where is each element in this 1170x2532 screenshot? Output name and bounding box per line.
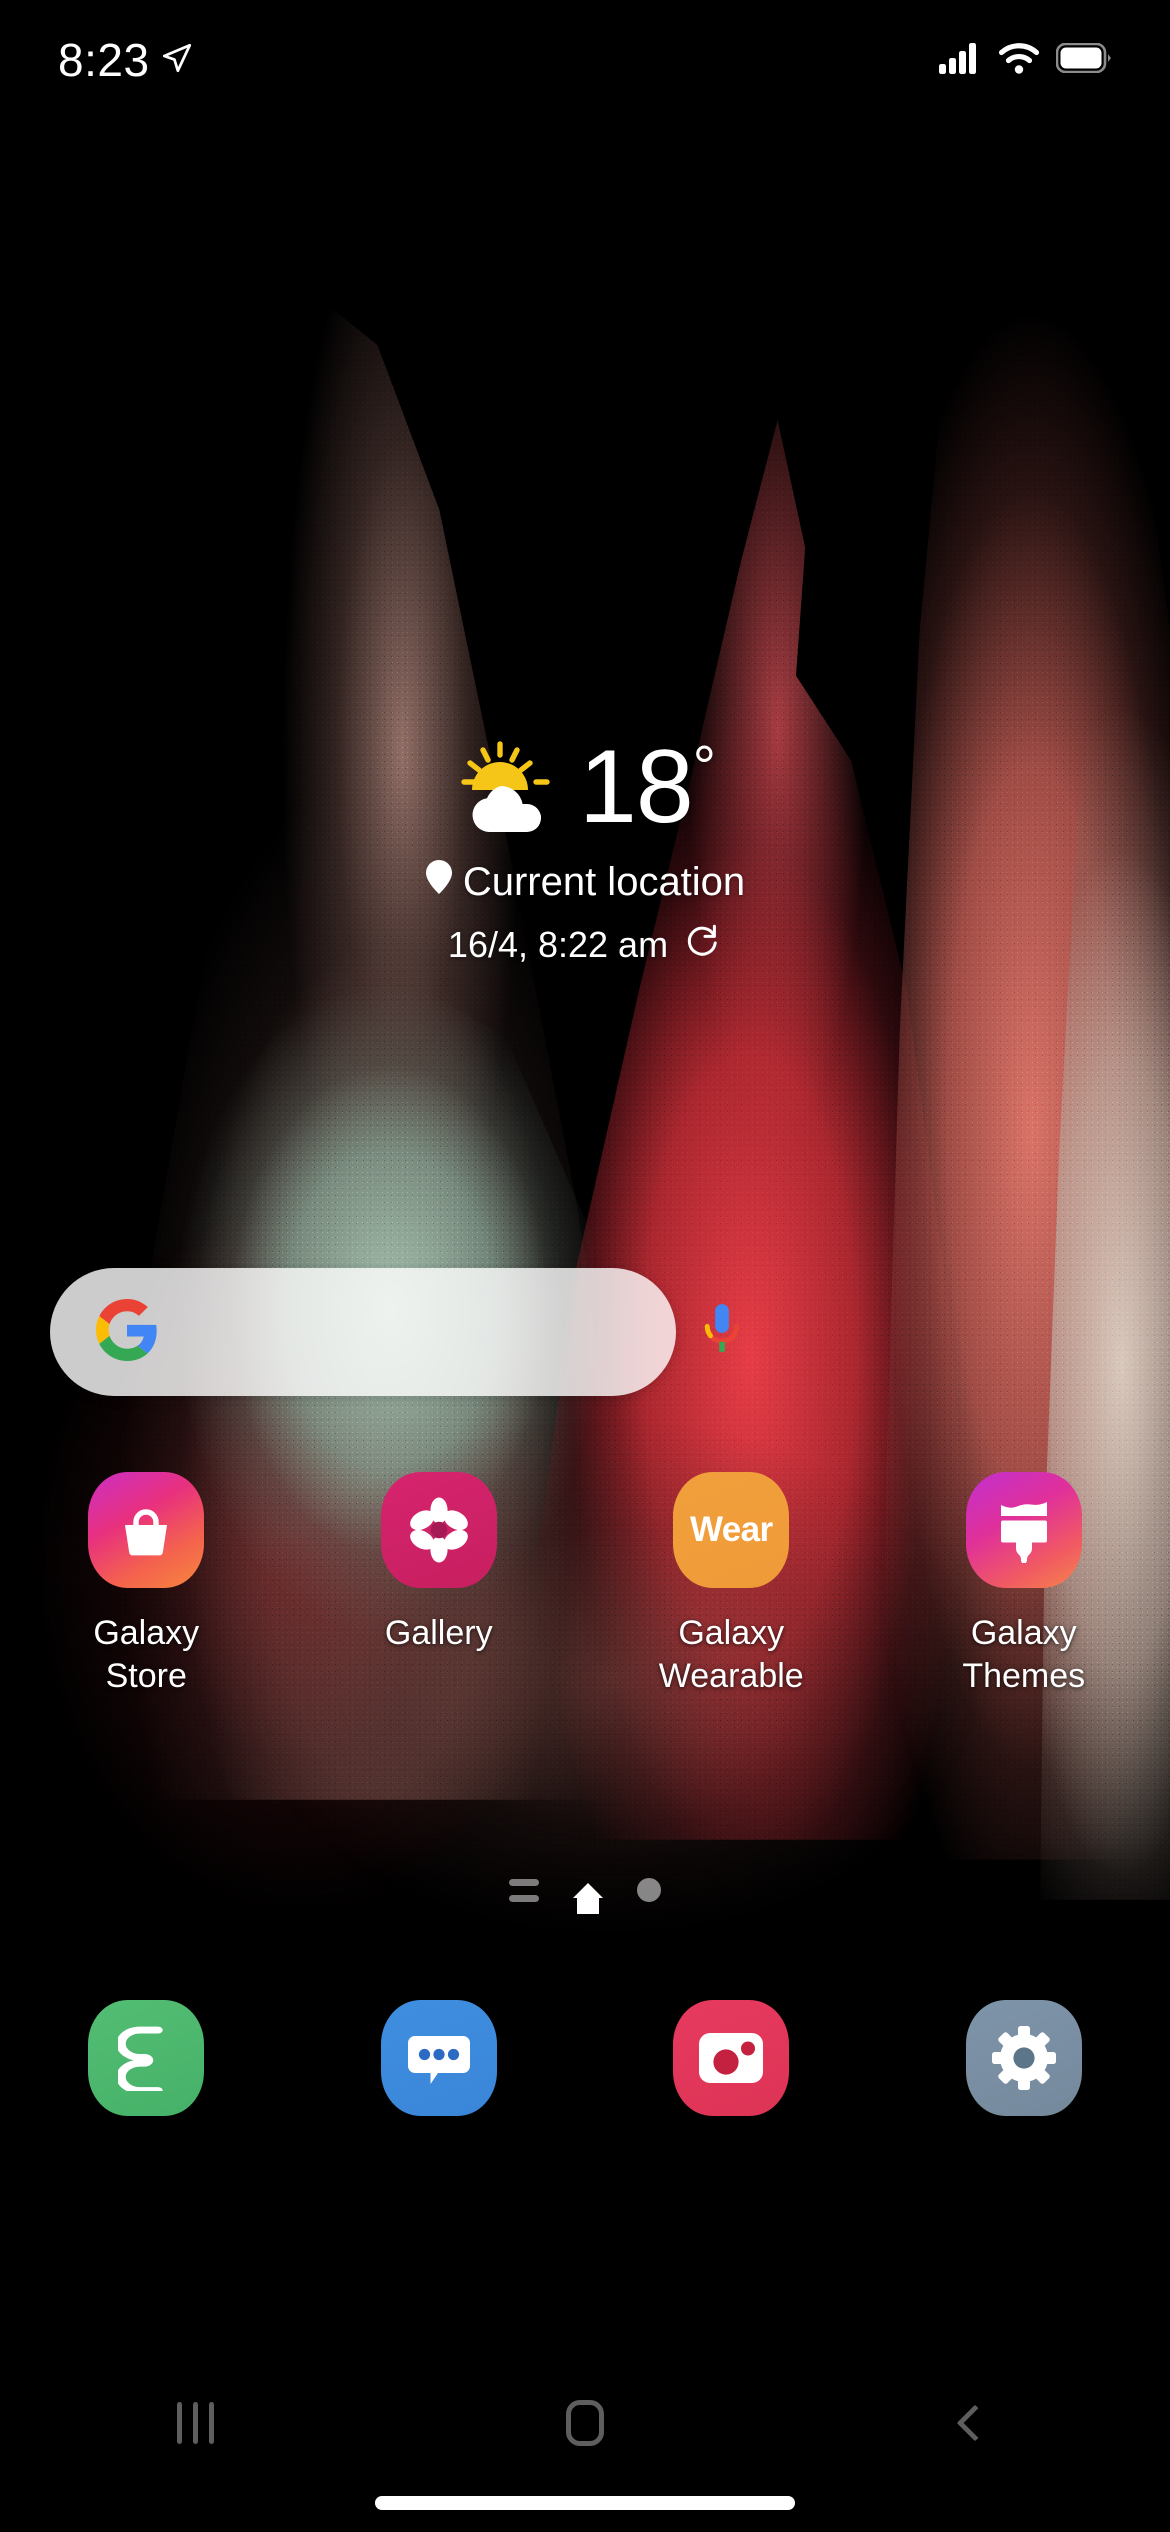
app-label: Gallery (384, 1614, 493, 1652)
weather-degree-symbol: ° (692, 734, 716, 800)
messages-icon[interactable] (380, 2000, 497, 2116)
location-pin-icon (425, 859, 453, 905)
location-arrow-icon (160, 41, 194, 80)
status-bar-left: 8:23 (58, 33, 194, 87)
wallpaper (0, 0, 1170, 2532)
back-button[interactable] (780, 2404, 1170, 2442)
home-page-icon[interactable] (573, 1882, 603, 1914)
app-grid: Galaxy Store Gallery Wear Galaxy Wearabl… (0, 1472, 1170, 1698)
recents-icon (176, 2402, 214, 2444)
home-button-icon (566, 2400, 604, 2446)
back-chevron-icon (956, 2404, 994, 2442)
app-label: Galaxy Wearable (658, 1614, 804, 1695)
wifi-icon (998, 42, 1040, 79)
dock (0, 2000, 1170, 2116)
settings-gear-icon[interactable] (965, 2000, 1082, 2116)
dock-item-camera[interactable] (585, 2000, 878, 2116)
app-gallery[interactable]: Gallery (293, 1472, 586, 1698)
partly-cloudy-icon (455, 738, 563, 837)
weather-main-row: 18° (455, 734, 716, 839)
battery-full-icon (1055, 42, 1112, 78)
camera-icon[interactable] (673, 2000, 790, 2116)
wear-icon-text: Wear (689, 1510, 773, 1549)
app-label: Galaxy Themes (962, 1614, 1086, 1695)
page-indicator (0, 1878, 1170, 1914)
page-dot-icon[interactable] (637, 1878, 661, 1902)
status-bar: 8:23 (0, 0, 1170, 120)
weather-updated-row[interactable]: 16/4, 8:22 am (448, 921, 722, 968)
shopping-bag-icon[interactable] (88, 1472, 205, 1588)
refresh-icon[interactable] (684, 921, 722, 968)
app-galaxy-wearable[interactable]: Wear Galaxy Wearable (585, 1472, 878, 1698)
home-indicator-bar[interactable] (375, 2496, 795, 2510)
flower-icon[interactable] (380, 1472, 497, 1588)
google-search-bar[interactable] (50, 1268, 740, 1396)
status-bar-right (938, 42, 1112, 79)
app-label: Galaxy Store (93, 1614, 200, 1695)
app-galaxy-themes[interactable]: Galaxy Themes (878, 1472, 1170, 1698)
recents-button[interactable] (0, 2402, 390, 2444)
dock-item-messages[interactable] (293, 2000, 586, 2116)
status-clock: 8:23 (58, 34, 150, 86)
weather-location-row[interactable]: Current location (425, 859, 745, 905)
weather-updated-label: 16/4, 8:22 am (447, 923, 669, 965)
dock-item-phone[interactable] (0, 2000, 293, 2116)
weather-temperature: 18° (579, 734, 716, 839)
weather-location-label: Current location (462, 859, 746, 904)
home-button[interactable] (390, 2400, 780, 2446)
paint-brush-icon[interactable] (965, 1472, 1082, 1588)
google-g-icon[interactable] (96, 1298, 158, 1366)
cellular-signal-icon (938, 42, 982, 79)
dock-item-settings[interactable] (878, 2000, 1170, 2116)
weather-widget[interactable]: 18° Current location 16/4, 8:22 am (0, 735, 1170, 968)
weather-temperature-value: 18 (579, 729, 694, 845)
phone-icon[interactable] (88, 2000, 205, 2116)
wear-text-icon[interactable]: Wear (673, 1472, 790, 1588)
feed-page-icon[interactable] (509, 1878, 539, 1902)
google-mic-icon[interactable] (699, 1301, 745, 1364)
wallpaper-vignette (0, 0, 1170, 2532)
navigation-bar (0, 2368, 1170, 2478)
search-input[interactable] (184, 1268, 673, 1396)
app-galaxy-store[interactable]: Galaxy Store (0, 1472, 293, 1698)
